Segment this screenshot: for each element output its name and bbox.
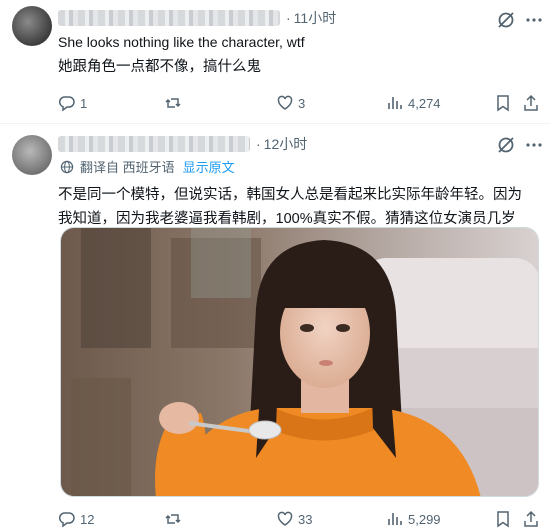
views-count: 5,299 <box>408 511 441 527</box>
bookmark-icon <box>497 95 509 112</box>
retweet-icon <box>165 514 181 524</box>
separator-dot: · <box>256 136 261 152</box>
views-count: 4,274 <box>408 95 441 111</box>
blurred-username[interactable] <box>58 136 250 152</box>
views-icon <box>388 97 402 109</box>
globe-icon <box>60 160 74 173</box>
avatar[interactable] <box>12 135 52 175</box>
more-icon[interactable] <box>524 135 544 155</box>
avatar[interactable] <box>12 6 52 46</box>
photo-scene <box>61 228 538 496</box>
heart-icon <box>277 95 293 110</box>
reply-button[interactable]: 1 <box>58 94 87 112</box>
show-original-link[interactable]: 显示原文 <box>183 157 235 176</box>
bookmark-button[interactable] <box>494 510 512 528</box>
views-icon <box>388 513 402 525</box>
more-icon[interactable] <box>524 10 544 30</box>
like-count: 3 <box>298 95 306 111</box>
bookmark-icon <box>497 511 509 528</box>
like-count: 33 <box>298 511 313 527</box>
share-icon <box>524 94 538 111</box>
share-icon <box>524 510 538 527</box>
timestamp[interactable]: 11小时 <box>294 8 337 28</box>
reply-icon <box>58 96 75 112</box>
like-button[interactable]: 3 <box>276 94 305 112</box>
tweet[interactable]: · 11小时 She looks nothing like the charac… <box>0 0 550 124</box>
tweet-header: · 11小时 <box>58 7 490 29</box>
tweet[interactable]: · 12小时 翻译自 西班牙语 显示原文 不是同一个模特，但说实话，韩国女人总是… <box>0 125 550 531</box>
action-bar: 1 3 4,274 <box>58 92 538 114</box>
reply-count: 12 <box>80 511 95 527</box>
like-button[interactable]: 33 <box>276 510 312 528</box>
share-button[interactable] <box>522 94 540 112</box>
action-bar: 12 33 5,299 <box>58 508 538 530</box>
reply-icon <box>58 512 75 528</box>
tweet-text-chinese: 不是同一个模特，但说实话，韩国女人总是看起来比实际年龄年轻。因为我知道，因为我老… <box>58 187 522 227</box>
grok-icon[interactable] <box>496 135 516 155</box>
retweet-button[interactable] <box>164 510 186 528</box>
timestamp[interactable]: 12小时 <box>264 134 308 154</box>
grok-icon[interactable] <box>496 10 516 30</box>
translated-from-label: 翻译自 西班牙语 <box>80 160 175 175</box>
share-button[interactable] <box>522 510 540 528</box>
tweet-header: · 12小时 <box>58 133 490 155</box>
blurred-username[interactable] <box>58 10 280 26</box>
views-button[interactable]: 4,274 <box>386 94 441 112</box>
retweet-icon <box>165 98 181 108</box>
retweet-button[interactable] <box>164 94 186 112</box>
reply-button[interactable]: 12 <box>58 510 94 528</box>
tweet-text-chinese: 她跟角色一点都不像，搞什么鬼 <box>58 59 261 75</box>
heart-icon <box>277 511 293 526</box>
tweet-photo[interactable] <box>60 227 539 497</box>
tweet-text-english: She looks nothing like the character, wt… <box>58 34 305 50</box>
bookmark-button[interactable] <box>494 94 512 112</box>
reply-count: 1 <box>80 95 88 111</box>
views-button[interactable]: 5,299 <box>386 510 441 528</box>
translation-notice: 翻译自 西班牙语 显示原文 <box>60 157 235 176</box>
separator-dot: · <box>286 10 291 26</box>
